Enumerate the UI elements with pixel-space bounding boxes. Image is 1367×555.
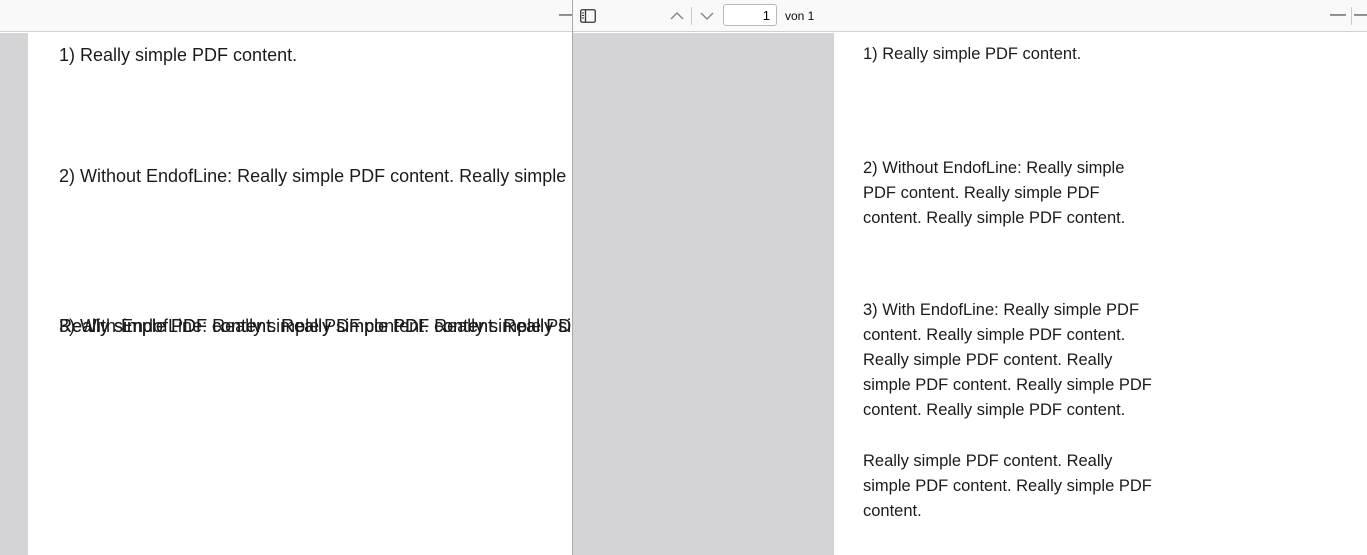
- text-line-3c: Really simple PDF content. Really simple…: [59, 316, 572, 336]
- toolbar-separator: [1351, 7, 1352, 25]
- paragraph-2: 2) Without EndofLine: Really simple PDF …: [863, 159, 1126, 227]
- zoom-out-button[interactable]: —: [1329, 6, 1347, 26]
- sidebar-icon: [580, 9, 596, 23]
- left-pdf-viewer: — 1) Really simple PDF content. 2) Witho…: [0, 0, 572, 555]
- pdf-toolbar: von 1 — —: [573, 0, 1367, 32]
- zoom-out-button[interactable]: —: [558, 6, 572, 26]
- paragraph-4: Really simple PDF content. Really simple…: [863, 452, 1152, 520]
- right-pdf-viewer: von 1 — — 1) Really simple PDF content. …: [572, 0, 1367, 555]
- sidebar-toggle-button[interactable]: [577, 6, 599, 26]
- minus-icon: —: [559, 6, 572, 23]
- previous-page-button[interactable]: [666, 6, 688, 26]
- next-page-button[interactable]: [696, 6, 718, 26]
- minus-icon: —: [1330, 6, 1346, 23]
- minus-icon: —: [1354, 6, 1367, 23]
- chevron-up-icon: [670, 11, 684, 20]
- text-line-1: 1) Really simple PDF content.: [59, 45, 298, 65]
- toolbar-separator: [691, 7, 692, 25]
- pdf-page: 1) Really simple PDF content. 2) Without…: [28, 33, 572, 555]
- pdf-page: 1) Really simple PDF content. 2) Without…: [834, 33, 1367, 555]
- paragraph-3: 3) With EndofLine: Really simple PDF con…: [863, 301, 1152, 419]
- text-line-2: 2) Without EndofLine: Really simple PDF …: [59, 166, 572, 186]
- left-toolbar: —: [0, 0, 572, 32]
- chevron-down-icon: [700, 12, 714, 21]
- page-count-label: von 1: [785, 9, 815, 23]
- paragraph-1: 1) Really simple PDF content.: [863, 45, 1082, 63]
- page-number-input[interactable]: [723, 4, 777, 26]
- zoom-in-button[interactable]: —: [1353, 6, 1367, 26]
